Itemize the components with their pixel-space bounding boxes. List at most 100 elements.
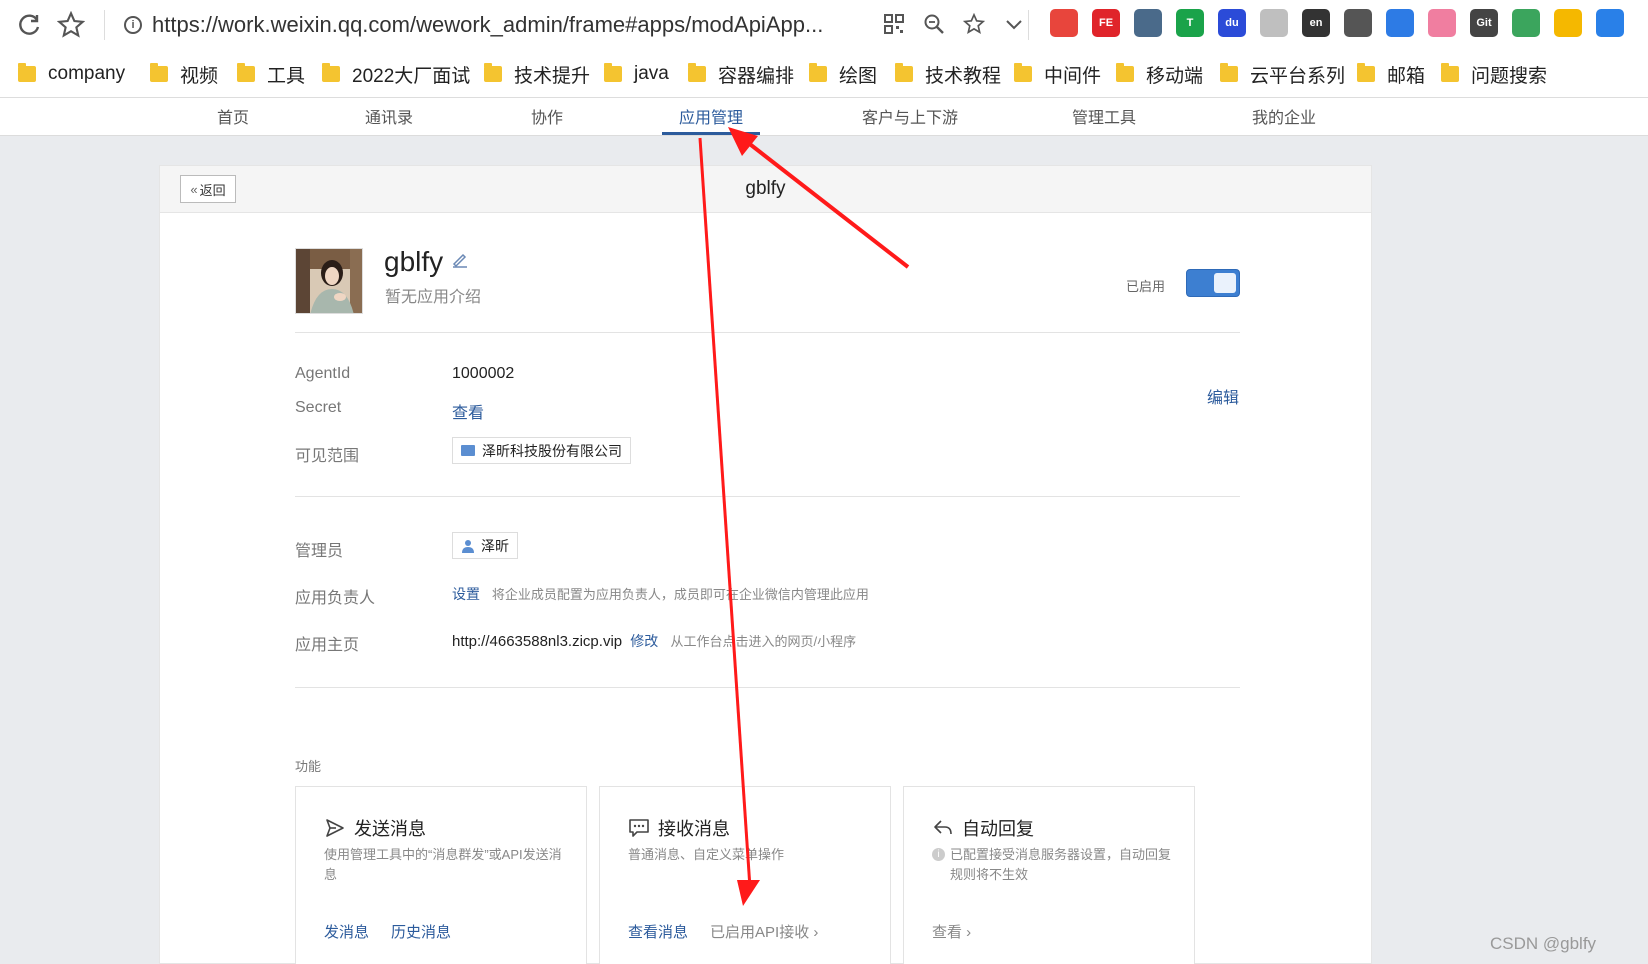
bookmark-item[interactable]: 绘图 bbox=[809, 60, 877, 88]
nav-tab[interactable]: 管理工具 bbox=[1072, 104, 1136, 128]
red-bag-ext-icon[interactable] bbox=[1050, 9, 1078, 37]
folder-icon bbox=[150, 63, 168, 82]
site-info-icon[interactable]: i bbox=[124, 16, 142, 34]
folder-icon bbox=[322, 63, 340, 82]
receive-message-title: 接收消息 bbox=[628, 815, 730, 841]
folder-icon bbox=[1220, 63, 1238, 82]
bookmark-item[interactable]: 邮箱 bbox=[1357, 60, 1425, 88]
homepage-url: http://4663588nl3.zicp.vip bbox=[452, 633, 623, 650]
grid-ext-icon[interactable] bbox=[1386, 9, 1414, 37]
receive-message-card: 接收消息 普通消息、自定义菜单操作 查看消息 已启用API接收 › bbox=[599, 786, 891, 964]
nav-tab[interactable]: 首页 bbox=[217, 104, 249, 128]
visible-scope-label: 可见范围 bbox=[295, 448, 360, 465]
download-ext-icon[interactable] bbox=[1260, 9, 1288, 37]
bookmark-item[interactable]: 中间件 bbox=[1014, 60, 1101, 88]
bookmark-label: 问题搜索 bbox=[1471, 65, 1548, 87]
bookmark-item[interactable]: 问题搜索 bbox=[1441, 60, 1547, 88]
nav-tab[interactable]: 应用管理 bbox=[679, 104, 743, 128]
admin-tag[interactable]: 泽昕 bbox=[452, 532, 518, 559]
homepage-label: 应用主页 bbox=[295, 637, 360, 654]
auto-reply-view-link[interactable]: 查看 › bbox=[932, 921, 971, 942]
bookmark-item[interactable]: 云平台系列 bbox=[1220, 60, 1345, 88]
zoom-icon[interactable] bbox=[920, 10, 948, 38]
bookmark-item[interactable]: 2022大厂面试 bbox=[322, 60, 470, 88]
send-message-link[interactable]: 发消息 bbox=[324, 921, 369, 942]
homepage-modify-link[interactable]: 修改 bbox=[630, 633, 658, 649]
puzzle-ext-icon[interactable] bbox=[1134, 9, 1162, 37]
bookmark-item[interactable]: 移动端 bbox=[1116, 60, 1203, 88]
owner-label: 应用负责人 bbox=[295, 590, 376, 607]
bookmark-item[interactable]: 技术提升 bbox=[484, 60, 590, 88]
enable-toggle[interactable] bbox=[1186, 269, 1240, 297]
nav-tab[interactable]: 客户与上下游 bbox=[862, 104, 958, 128]
bookmark-item[interactable]: 容器编排 bbox=[688, 60, 794, 88]
scissors-ext-icon[interactable] bbox=[1596, 9, 1624, 37]
visible-scope-tag[interactable]: 泽昕科技股份有限公司 bbox=[452, 437, 631, 464]
bookmark-item[interactable]: 技术教程 bbox=[895, 60, 1001, 88]
message-history-link[interactable]: 历史消息 bbox=[391, 921, 451, 942]
edit-link[interactable]: 编辑 bbox=[1207, 384, 1239, 408]
app-top-nav: 首页 通讯录 协作 应用管理 客户与上下游 管理工具 我的企业 bbox=[0, 98, 1648, 136]
receive-message-desc: 普通消息、自定义菜单操作 bbox=[628, 847, 785, 862]
translate-ext-icon[interactable]: en bbox=[1302, 9, 1330, 37]
divider bbox=[295, 332, 1240, 333]
secret-view-link[interactable]: 查看 bbox=[452, 399, 484, 423]
csdn-watermark: CSDN @gblfy bbox=[1490, 934, 1597, 953]
bookmark-item[interactable]: company bbox=[18, 60, 125, 88]
card-title: gblfy bbox=[745, 178, 786, 199]
folder-icon bbox=[461, 445, 475, 456]
agentid-label: AgentId bbox=[295, 365, 351, 382]
bookmark-item[interactable]: java bbox=[604, 60, 669, 88]
shield-ext-icon[interactable]: T bbox=[1176, 9, 1204, 37]
url-field[interactable]: i https://work.weixin.qq.com/wework_admi… bbox=[124, 8, 823, 42]
browser-address-bar: i https://work.weixin.qq.com/wework_admi… bbox=[0, 0, 1648, 50]
bookmarks-bar: company 视频 工具 2022大厂面试 技术提升 java 容器编排 绘图 技术教程 中间件… bbox=[0, 50, 1648, 98]
app-name: gblfy bbox=[384, 246, 469, 278]
bookmark-item[interactable]: 工具 bbox=[237, 60, 305, 88]
bookmark-label: 中间件 bbox=[1044, 65, 1102, 87]
homepage-hint: 从工作台点击进入的网页/小程序 bbox=[670, 634, 857, 649]
windows-ext-icon[interactable] bbox=[1512, 9, 1540, 37]
du-ext-icon[interactable]: du bbox=[1218, 9, 1246, 37]
bookmark-star-icon[interactable] bbox=[56, 10, 86, 40]
nav-tab[interactable]: 我的企业 bbox=[1252, 104, 1316, 128]
reload-icon[interactable] bbox=[14, 10, 44, 40]
gitzip-ext-icon[interactable]: Git bbox=[1470, 9, 1498, 37]
bookmark-label: 技术教程 bbox=[925, 65, 1002, 87]
moon-ext-icon[interactable] bbox=[1554, 9, 1582, 37]
card-header: « 返回 gblfy bbox=[160, 166, 1371, 213]
bookmark-item[interactable]: 视频 bbox=[150, 60, 218, 88]
app-avatar[interactable] bbox=[295, 248, 363, 314]
chevron-down-icon[interactable] bbox=[1000, 10, 1028, 38]
enabled-status-label: 已启用 bbox=[1126, 279, 1166, 294]
owner-row: 设置 将企业成员配置为应用负责人，成员即可在企业微信内管理此应用 bbox=[452, 584, 869, 604]
qr-code-icon[interactable] bbox=[880, 10, 908, 38]
folder-icon bbox=[237, 63, 255, 82]
owner-set-link[interactable]: 设置 bbox=[452, 586, 480, 602]
agentid-value: 1000002 bbox=[452, 365, 515, 382]
api-receive-enabled-link[interactable]: 已启用API接收 › bbox=[710, 921, 818, 942]
folder-icon bbox=[604, 63, 622, 82]
pencil-icon[interactable] bbox=[451, 252, 469, 273]
url-text: https://work.weixin.qq.com/wework_admin/… bbox=[152, 12, 824, 37]
folder-icon bbox=[1014, 63, 1032, 82]
nav-tab[interactable]: 通讯录 bbox=[365, 104, 413, 128]
app-detail-card: « 返回 gblfy gblfy 暂无应用介绍 已启用 AgentId 1000… bbox=[159, 165, 1372, 964]
send-message-desc: 使用管理工具中的“消息群发”或API发送消息 bbox=[324, 847, 562, 882]
user-icon bbox=[461, 539, 475, 553]
chat-bubble-icon bbox=[628, 817, 650, 839]
view-messages-link[interactable]: 查看消息 bbox=[628, 921, 688, 942]
bookmark-label: 工具 bbox=[267, 65, 306, 87]
divider bbox=[295, 687, 1240, 688]
info-circle-icon: i bbox=[932, 848, 945, 861]
favorite-star-icon[interactable] bbox=[960, 10, 988, 38]
palette-ext-icon[interactable] bbox=[1344, 9, 1372, 37]
receive-message-title-text: 接收消息 bbox=[658, 819, 730, 839]
bilibili-ext-icon[interactable] bbox=[1428, 9, 1456, 37]
reply-arrow-icon bbox=[932, 817, 954, 839]
nav-tab[interactable]: 协作 bbox=[531, 104, 563, 128]
bookmark-label: company bbox=[48, 63, 126, 84]
send-message-title-text: 发送消息 bbox=[354, 819, 426, 839]
auto-reply-card: 自动回复 i 已配置接受消息服务器设置，自动回复规则将不生效 查看 › bbox=[903, 786, 1195, 964]
fe-ext-icon[interactable]: FE bbox=[1092, 9, 1120, 37]
